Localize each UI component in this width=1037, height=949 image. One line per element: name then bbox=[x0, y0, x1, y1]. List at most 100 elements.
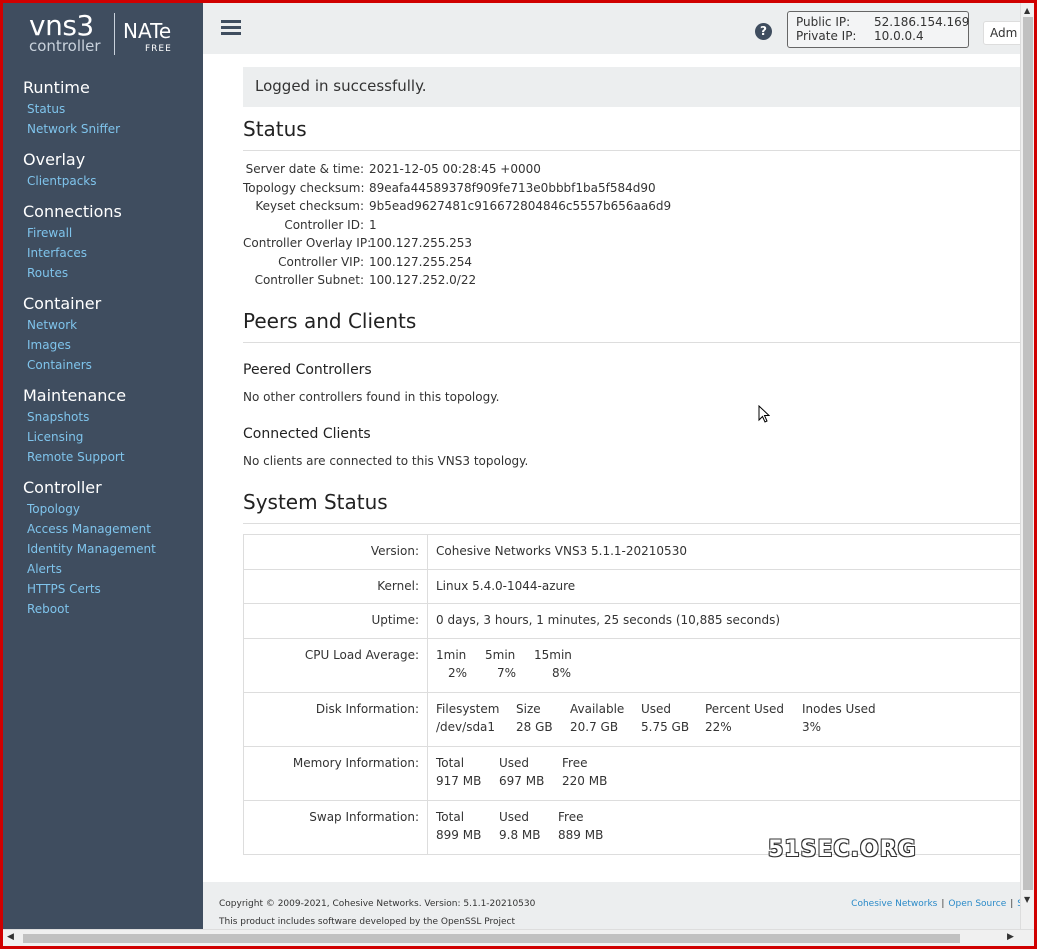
scroll-up-icon[interactable]: ▲ bbox=[1024, 6, 1030, 15]
status-row: Controller ID: 1 bbox=[243, 216, 1023, 235]
sidebar-item-remote-support[interactable]: Remote Support bbox=[23, 447, 126, 467]
top-bar: ? Public IP: 52.186.154.169 Private IP: … bbox=[203, 3, 1023, 54]
status-key: Controller VIP: bbox=[278, 254, 364, 269]
swap-cell: 9.8 MB bbox=[499, 828, 541, 842]
kernel-label: Kernel: bbox=[243, 569, 428, 604]
sidebar-item-reboot[interactable]: Reboot bbox=[23, 599, 156, 619]
disk-header: Filesystem bbox=[436, 702, 500, 716]
main-content: Logged in successfully. Status Server da… bbox=[203, 54, 1023, 882]
sidebar-item-firewall[interactable]: Firewall bbox=[23, 223, 122, 243]
sidebar-item-access-management[interactable]: Access Management bbox=[23, 519, 156, 539]
scrollbar-thumb[interactable] bbox=[23, 934, 960, 943]
sidebar-item-images[interactable]: Images bbox=[23, 335, 101, 355]
public-ip-label: Public IP: bbox=[796, 15, 851, 29]
scrollbar-thumb[interactable] bbox=[1023, 17, 1033, 890]
nav-heading: Overlay bbox=[23, 150, 86, 169]
sidebar-item-clientpacks[interactable]: Clientpacks bbox=[23, 171, 97, 191]
uptime-label: Uptime: bbox=[243, 603, 428, 639]
status-value: 89eafa44589378f909fe713e0bbbf1ba5f584d90 bbox=[369, 180, 656, 195]
sidebar-item-licensing[interactable]: Licensing bbox=[23, 427, 126, 447]
cpu-value-1min: 2% bbox=[448, 666, 468, 680]
nav-section-connections: Connections Firewall Interfaces Routes bbox=[23, 201, 122, 283]
status-details: Server date & time: 2021-12-05 00:28:45 … bbox=[243, 160, 1023, 290]
nav-section-runtime: Runtime Status Network Sniffer bbox=[23, 77, 120, 139]
sidebar-item-https-certs[interactable]: HTTPS Certs bbox=[23, 579, 156, 599]
sidebar-item-snapshots[interactable]: Snapshots bbox=[23, 407, 126, 427]
cpu-header-15min: 15min bbox=[534, 648, 572, 662]
sidebar-item-network[interactable]: Network bbox=[23, 315, 101, 335]
nav-heading: Container bbox=[23, 294, 102, 313]
disk-cell: 3% bbox=[802, 720, 822, 734]
divider bbox=[243, 523, 1023, 524]
sidebar-item-routes[interactable]: Routes bbox=[23, 263, 122, 283]
admin-menu-button[interactable]: Adm bbox=[983, 21, 1023, 45]
hamburger-menu-icon[interactable] bbox=[221, 20, 241, 36]
swap-header: Used bbox=[499, 810, 530, 824]
nav-section-overlay: Overlay Clientpacks bbox=[23, 149, 97, 191]
memory-header: Total bbox=[436, 756, 465, 770]
status-row: Topology checksum: 89eafa44589378f909fe7… bbox=[243, 179, 1023, 198]
disk-cell: 5.75 GB bbox=[641, 720, 690, 734]
scroll-right-icon[interactable]: ▶ bbox=[1007, 932, 1014, 942]
footer-link-cohesive[interactable]: Cohesive Networks bbox=[851, 899, 937, 909]
sidebar-item-status[interactable]: Status bbox=[23, 99, 120, 119]
status-row: Controller Subnet: 100.127.252.0/22 bbox=[243, 271, 1023, 290]
version-label: Version: bbox=[243, 534, 428, 570]
sidebar: vns3 controller NATe FREE Runtime Status… bbox=[3, 3, 203, 929]
horizontal-scrollbar[interactable]: ◀ ▶ bbox=[3, 929, 1034, 946]
memory-header: Free bbox=[562, 756, 588, 770]
nav-heading: Maintenance bbox=[23, 386, 127, 405]
disk-cell: 20.7 GB bbox=[570, 720, 619, 734]
logo-divider bbox=[114, 13, 115, 55]
status-key: Controller Overlay IP: bbox=[243, 236, 372, 250]
peers-title: Peers and Clients bbox=[243, 309, 417, 333]
footer-links: Cohesive Networks|Open Source|S bbox=[851, 899, 1023, 909]
status-row: Server date & time: 2021-12-05 00:28:45 … bbox=[243, 160, 1023, 179]
footer-openssl: This product includes software developed… bbox=[219, 917, 516, 927]
vns3-logo[interactable]: vns3 controller NATe FREE bbox=[27, 9, 197, 59]
vertical-scrollbar[interactable]: ▲ ▼ bbox=[1020, 3, 1034, 929]
status-value: 100.127.255.253 bbox=[369, 236, 473, 250]
sidebar-item-containers[interactable]: Containers bbox=[23, 355, 101, 375]
memory-cell: 917 MB bbox=[436, 774, 482, 788]
sidebar-item-alerts[interactable]: Alerts bbox=[23, 559, 156, 579]
status-value: 100.127.252.0/22 bbox=[369, 273, 477, 287]
memory-cell: 220 MB bbox=[562, 774, 608, 788]
cpu-header-5min: 5min bbox=[485, 648, 516, 662]
cpu-label: CPU Load Average: bbox=[243, 638, 428, 693]
nav-heading: Controller bbox=[23, 478, 102, 497]
disk-cell: 22% bbox=[705, 720, 732, 734]
footer-copyright: Copyright © 2009-2021, Cohesive Networks… bbox=[219, 899, 536, 909]
sidebar-item-identity-management[interactable]: Identity Management bbox=[23, 539, 156, 559]
private-ip-value: 10.0.0.4 bbox=[874, 29, 924, 43]
table-row: Uptime: 0 days, 3 hours, 1 minutes, 25 s… bbox=[243, 603, 1023, 639]
ip-info-box: Public IP: 52.186.154.169 Private IP: 10… bbox=[787, 11, 969, 48]
table-row: Disk Information: Filesystem Size Availa… bbox=[243, 692, 1023, 747]
status-value: 100.127.255.254 bbox=[369, 254, 473, 269]
footer: Copyright © 2009-2021, Cohesive Networks… bbox=[203, 882, 1023, 929]
divider bbox=[243, 150, 1023, 151]
help-icon[interactable]: ? bbox=[755, 23, 772, 40]
memory-cell: 697 MB bbox=[499, 774, 545, 788]
connected-clients-heading: Connected Clients bbox=[243, 426, 371, 442]
sidebar-item-interfaces[interactable]: Interfaces bbox=[23, 243, 122, 263]
nav-heading: Connections bbox=[23, 202, 122, 221]
status-value: 2021-12-05 00:28:45 +0000 bbox=[369, 162, 541, 176]
scroll-left-icon[interactable]: ◀ bbox=[7, 932, 14, 942]
footer-link-open-source[interactable]: Open Source bbox=[948, 899, 1006, 909]
swap-cell: 899 MB bbox=[436, 828, 482, 842]
success-alert: Logged in successfully. bbox=[243, 67, 1023, 107]
scroll-down-icon[interactable]: ▼ bbox=[1024, 895, 1030, 904]
system-status-title: System Status bbox=[243, 490, 388, 514]
nav-section-maintenance: Maintenance Snapshots Licensing Remote S… bbox=[23, 385, 126, 467]
sidebar-item-topology[interactable]: Topology bbox=[23, 499, 156, 519]
connected-clients-text: No clients are connected to this VNS3 to… bbox=[243, 454, 529, 468]
divider bbox=[243, 342, 1023, 343]
cpu-value-5min: 7% bbox=[497, 666, 517, 680]
status-title: Status bbox=[243, 117, 307, 141]
status-key: Controller ID: bbox=[284, 217, 364, 232]
memory-header: Used bbox=[499, 756, 530, 770]
disk-header: Inodes Used bbox=[802, 702, 876, 716]
status-row: Controller VIP: 100.127.255.254 bbox=[243, 253, 1023, 272]
sidebar-item-network-sniffer[interactable]: Network Sniffer bbox=[23, 119, 120, 139]
